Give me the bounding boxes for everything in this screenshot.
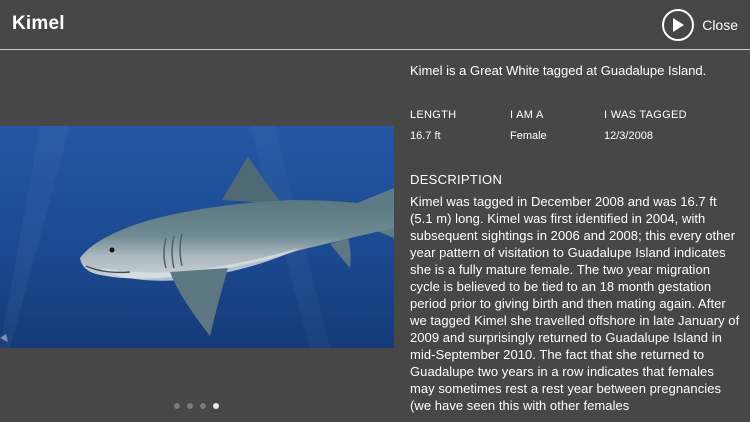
stat-tagged-label: I WAS TAGGED bbox=[604, 109, 687, 121]
stat-gender-value: Female bbox=[510, 130, 547, 142]
stat-length: LENGTH 16.7 ft bbox=[410, 108, 456, 143]
shark-photo bbox=[0, 126, 394, 348]
stat-length-label: LENGTH bbox=[410, 109, 457, 121]
page-indicator[interactable] bbox=[174, 403, 226, 409]
shark-detail-screen: Kimel Close Kimel is a Great White tagge… bbox=[0, 0, 750, 422]
stat-length-value: 16.7 ft bbox=[410, 130, 441, 142]
page-dot-active[interactable] bbox=[213, 403, 219, 409]
stat-tagged: I WAS TAGGED 12/3/2008 bbox=[604, 108, 687, 143]
stat-gender-label: I AM A bbox=[510, 109, 544, 121]
close-button[interactable]: Close bbox=[662, 8, 738, 42]
page-dot[interactable] bbox=[200, 403, 206, 409]
header-bar: Kimel Close bbox=[0, 0, 750, 50]
page-dot[interactable] bbox=[174, 403, 180, 409]
description-heading: DESCRIPTION bbox=[410, 172, 503, 187]
stat-tagged-value: 12/3/2008 bbox=[604, 130, 653, 142]
page-dot[interactable] bbox=[187, 403, 193, 409]
close-label[interactable]: Close bbox=[702, 17, 738, 33]
play-icon[interactable] bbox=[662, 9, 695, 41]
photo-gallery[interactable] bbox=[0, 51, 394, 422]
page-title: Kimel bbox=[12, 13, 65, 34]
description-text: Kimel was tagged in December 2008 and wa… bbox=[410, 194, 740, 413]
shark-info-panel[interactable]: Kimel is a Great White tagged at Guadalu… bbox=[410, 51, 740, 422]
stat-gender: I AM A Female bbox=[510, 108, 547, 143]
shark-summary: Kimel is a Great White tagged at Guadalu… bbox=[410, 63, 707, 78]
